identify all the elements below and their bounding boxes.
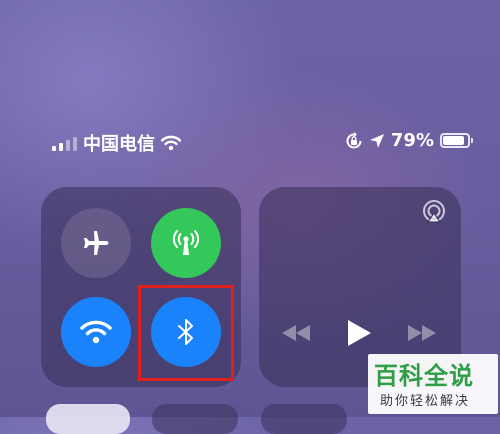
- battery-fill: [443, 136, 464, 145]
- carrier-label: 中国电信: [83, 134, 155, 155]
- bluetooth-highlight-box: [138, 285, 234, 381]
- status-right: 79%: [345, 130, 473, 151]
- antenna-icon: [173, 230, 199, 255]
- location-icon: [369, 133, 384, 148]
- battery-icon: [440, 133, 473, 148]
- play-icon: [348, 320, 371, 346]
- status-left: 中国电信: [52, 130, 181, 156]
- rewind-button[interactable]: [281, 315, 311, 351]
- rotation-lock-icon: [346, 131, 362, 148]
- rewind-icon: [282, 325, 310, 341]
- airplay-button[interactable]: [421, 199, 447, 229]
- fast-forward-button[interactable]: [407, 315, 437, 351]
- battery-percent: 79%: [390, 130, 434, 151]
- bottom-tile[interactable]: [46, 404, 130, 434]
- fast-forward-icon: [408, 325, 436, 341]
- bottom-tile[interactable]: [152, 404, 238, 434]
- wifi-icon: [161, 135, 181, 151]
- media-controls: [259, 315, 461, 351]
- airplane-mode-button[interactable]: [61, 208, 131, 278]
- status-bar: 中国电信 79%: [0, 128, 500, 156]
- bottom-tile[interactable]: [261, 404, 347, 434]
- watermark-title: 百科全说: [374, 362, 474, 390]
- play-button[interactable]: [345, 315, 373, 351]
- airplay-icon: [423, 200, 445, 223]
- wifi-icon: [80, 320, 112, 344]
- watermark-logo: 百科全说 助你轻松解决: [368, 354, 498, 414]
- signal-icon: [52, 135, 77, 151]
- cellular-data-button[interactable]: [151, 208, 221, 278]
- watermark-subtitle: 助你轻松解决: [380, 394, 471, 409]
- airplane-icon: [84, 231, 109, 255]
- wifi-button[interactable]: [61, 297, 131, 367]
